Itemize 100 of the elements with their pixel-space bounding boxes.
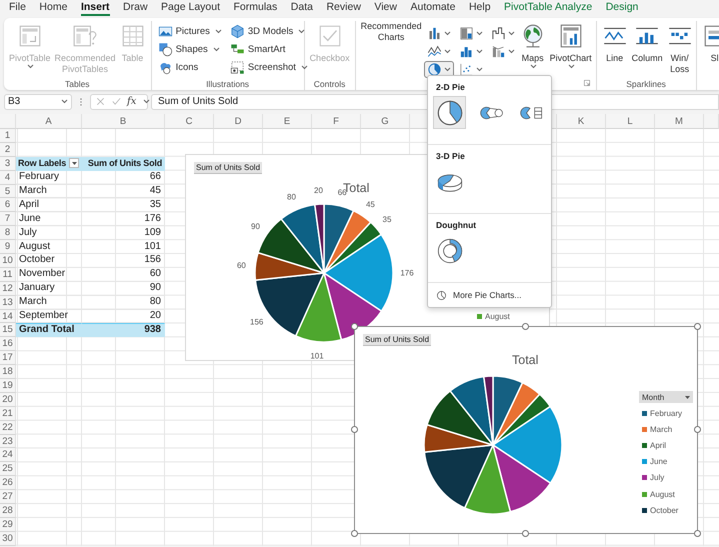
section-heading: 3-D Pie xyxy=(435,151,466,163)
menu-tab[interactable]: Data xyxy=(290,0,313,16)
row-header[interactable]: 14 xyxy=(0,310,16,324)
ribbon-button[interactable]: Recommended Charts xyxy=(358,21,424,43)
column-header[interactable]: F xyxy=(312,114,361,129)
screenshot-icon xyxy=(230,60,245,74)
ribbon-button[interactable]: Shapes xyxy=(158,40,222,58)
data-label: 176 xyxy=(400,268,414,278)
row-header[interactable]: 16 xyxy=(0,337,16,352)
menu-tab[interactable]: File xyxy=(9,0,26,16)
resize-handle[interactable] xyxy=(694,426,701,433)
menu-tab[interactable]: View xyxy=(374,0,397,16)
row-header[interactable]: 24 xyxy=(0,448,16,462)
row-header[interactable]: 1 xyxy=(0,129,16,143)
field-button[interactable]: Sum of Units Sold xyxy=(363,334,432,346)
data-label: 60 xyxy=(236,260,246,270)
checkbox-icon xyxy=(316,23,343,49)
legend-filter-button[interactable]: Month xyxy=(639,391,693,403)
row-header[interactable]: 28 xyxy=(0,504,16,518)
ribbon-button[interactable]: 3D Models xyxy=(230,22,308,40)
row-header[interactable]: 29 xyxy=(0,518,16,532)
row-header[interactable]: 15 xyxy=(0,323,16,338)
row-header[interactable]: 2 xyxy=(0,142,16,157)
dialog-launcher-button[interactable] xyxy=(582,79,591,87)
row-header[interactable]: 30 xyxy=(0,532,16,546)
row-header[interactable]: 17 xyxy=(0,351,16,366)
row-header[interactable]: 4 xyxy=(0,170,16,185)
column-header[interactable]: C xyxy=(165,114,214,129)
ribbon-button[interactable]: SmartArt xyxy=(230,40,308,58)
menu-tab[interactable]: Home xyxy=(39,0,68,16)
expand-icon xyxy=(582,79,591,87)
column-header[interactable]: G xyxy=(361,114,410,129)
ribbon-button[interactable]: Column xyxy=(630,21,665,64)
menu-tab[interactable]: Formulas xyxy=(234,0,278,16)
resize-handle[interactable] xyxy=(522,323,529,330)
row-header[interactable]: 26 xyxy=(0,476,16,490)
table-cell: 156 xyxy=(82,254,165,268)
resize-handle[interactable] xyxy=(351,530,358,537)
resize-handle[interactable] xyxy=(351,323,358,330)
total-cell: 938 xyxy=(82,323,165,338)
filter-button[interactable] xyxy=(69,158,79,168)
ribbon-button[interactable]: Sl xyxy=(700,21,719,64)
ribbon-button[interactable]: Win/ Loss xyxy=(664,21,695,75)
row-header[interactable]: 8 xyxy=(0,226,16,240)
menu-tab[interactable]: Automate xyxy=(410,0,456,16)
resize-handle[interactable] xyxy=(522,530,529,537)
table-cell: July xyxy=(16,226,82,240)
ribbon-button[interactable]: Screenshot xyxy=(230,58,308,76)
row-header[interactable]: 25 xyxy=(0,462,16,476)
row-header[interactable]: 12 xyxy=(0,282,16,296)
chart-area[interactable]: Sum of Units Sold Total Month February March April June July August October xyxy=(354,326,698,534)
field-button[interactable]: Sum of Units Sold xyxy=(194,162,262,174)
menu-tab[interactable]: Draw xyxy=(123,0,148,16)
ribbon-button[interactable]: Icons xyxy=(158,58,222,76)
column-header[interactable]: D xyxy=(214,114,263,129)
row-header[interactable]: 20 xyxy=(0,392,16,407)
chart-option[interactable] xyxy=(433,96,466,129)
table-cell: 176 xyxy=(82,212,165,226)
row-header[interactable]: 11 xyxy=(0,268,16,282)
menu-tab[interactable]: Page Layout xyxy=(161,0,220,16)
row-header[interactable]: 3 xyxy=(0,156,16,171)
column-header[interactable]: M xyxy=(655,114,704,129)
insert-function-button[interactable]: fx xyxy=(127,96,136,107)
column-header[interactable]: K xyxy=(557,114,606,129)
row-header[interactable]: 19 xyxy=(0,379,16,393)
menu-tab[interactable]: Insert xyxy=(80,0,110,16)
resize-handle[interactable] xyxy=(694,323,701,330)
caret-icon xyxy=(444,49,451,54)
menu-tab[interactable]: Design xyxy=(606,0,638,16)
column-header[interactable]: L xyxy=(606,114,655,129)
row-header[interactable]: 9 xyxy=(0,240,16,254)
ribbon-button[interactable]: Pictures xyxy=(158,22,222,40)
menu-tab[interactable]: Review xyxy=(326,0,361,16)
table-cell: February xyxy=(16,170,82,185)
column-header[interactable]: E xyxy=(263,114,312,129)
menu-item[interactable]: More Pie Charts... xyxy=(428,283,551,307)
name-box[interactable]: B3 xyxy=(4,94,72,110)
resize-handle[interactable] xyxy=(694,530,701,537)
ribbon-button[interactable]: PivotChart xyxy=(548,21,594,69)
ribbon-button[interactable]: Line xyxy=(600,21,630,64)
column-header[interactable]: A xyxy=(16,114,82,129)
caret-icon xyxy=(508,49,515,54)
row-header[interactable]: 7 xyxy=(0,212,16,226)
row-header[interactable]: 27 xyxy=(0,490,16,504)
row-header[interactable]: 6 xyxy=(0,198,16,212)
menu-tab[interactable]: PivotTable Analyze xyxy=(504,0,592,16)
resize-handle[interactable] xyxy=(351,426,358,433)
row-header[interactable]: 21 xyxy=(0,406,16,421)
row-header[interactable]: 13 xyxy=(0,296,16,310)
row-header[interactable]: 23 xyxy=(0,434,16,448)
row-header[interactable]: 18 xyxy=(0,365,16,380)
legend-label: June xyxy=(650,457,668,466)
table-cell: October xyxy=(16,254,82,268)
row-header[interactable]: 22 xyxy=(0,420,16,435)
row-header[interactable]: 10 xyxy=(0,254,16,268)
section-heading: Doughnut xyxy=(435,220,478,232)
column-header[interactable]: B xyxy=(82,114,165,129)
row-header[interactable]: 5 xyxy=(0,184,16,198)
ribbon-button[interactable]: Maps xyxy=(518,21,548,69)
menu-tab[interactable]: Help xyxy=(468,0,491,16)
